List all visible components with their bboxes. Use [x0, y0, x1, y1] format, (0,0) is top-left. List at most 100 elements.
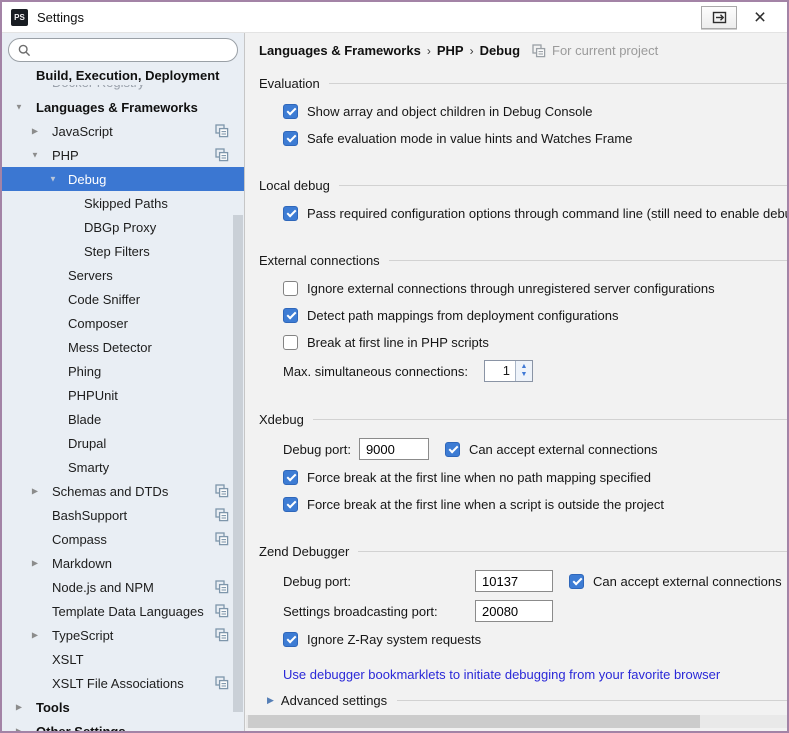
sidebar-item-xslt-file-associations[interactable]: XSLT File Associations [2, 671, 244, 695]
sidebar-item-debug[interactable]: ▼Debug [2, 167, 244, 191]
sidebar-item-schemas-and-dtds[interactable]: ▶Schemas and DTDs [2, 479, 244, 503]
zend-debugger-settings-broadcasting-port-input[interactable] [475, 600, 553, 622]
sidebar-item-drupal[interactable]: Drupal [2, 431, 244, 455]
stepper-arrows-icon[interactable]: ▲▼ [515, 361, 532, 381]
checkbox-row-detect-path-mappings-from-deployment-con[interactable]: Detect path mappings from deployment con… [259, 302, 787, 329]
sidebar-item-mess-detector[interactable]: Mess Detector [2, 335, 244, 359]
chevron-right-icon[interactable]: ▶ [267, 695, 274, 706]
chevron-right-icon[interactable]: ▶ [29, 559, 41, 568]
checkbox-label[interactable]: Force break at the first line when a scr… [307, 497, 664, 512]
force-break-at-the-first-line-when-a-scr-checkbox[interactable] [283, 497, 298, 512]
search-box[interactable] [8, 38, 238, 62]
sidebar-item-javascript[interactable]: ▶JavaScript [2, 119, 244, 143]
sidebar-item-template-data-languages[interactable]: Template Data Languages [2, 599, 244, 623]
breadcrumb-item-php[interactable]: PHP [437, 43, 464, 58]
section-divider [313, 419, 787, 420]
sidebar-item-composer[interactable]: Composer [2, 311, 244, 335]
sidebar-item-markdown[interactable]: ▶Markdown [2, 551, 244, 575]
link-row: Use debugger bookmarklets to initiate de… [259, 661, 787, 687]
shared-settings-icon [215, 124, 229, 138]
sidebar-item-clipped[interactable]: Docker Registry [2, 85, 244, 95]
open-in-new-window-button[interactable] [701, 6, 737, 29]
breadcrumb-item-languages-frameworks[interactable]: Languages & Frameworks [259, 43, 421, 58]
checkbox-row-force-break-at-the-first-line-when-a-scr[interactable]: Force break at the first line when a scr… [259, 491, 787, 518]
ignore-z-ray-system-requests-checkbox[interactable] [283, 632, 298, 647]
sidebar-item-node-js-and-npm[interactable]: Node.js and NPM [2, 575, 244, 599]
section-header-evaluation: Evaluation [259, 74, 787, 92]
chevron-right-icon[interactable]: ▶ [13, 727, 25, 732]
sidebar-item-code-sniffer[interactable]: Code Sniffer [2, 287, 244, 311]
sidebar-item-tools[interactable]: ▶Tools [2, 695, 244, 719]
sidebar-item-servers[interactable]: Servers [2, 263, 244, 287]
checkbox-label[interactable]: Ignore external connections through unre… [307, 281, 715, 296]
checkbox-label[interactable]: Safe evaluation mode in value hints and … [307, 131, 632, 146]
sidebar-group-header[interactable]: Build, Execution, Deployment [2, 65, 244, 85]
pass-required-configuration-options-thro-checkbox[interactable] [283, 206, 298, 221]
chevron-right-icon[interactable]: ▶ [13, 703, 25, 712]
external-connections-max-simultaneous-connections-stepper[interactable]: 1▲▼ [484, 360, 533, 382]
checkbox-row-ignore-external-connections-through-unre[interactable]: Ignore external connections through unre… [259, 275, 787, 302]
safe-evaluation-mode-in-value-hints-and--checkbox[interactable] [283, 131, 298, 146]
checkbox-row-force-break-at-the-first-line-when-no-pa[interactable]: Force break at the first line when no pa… [259, 464, 787, 491]
checkbox-row-ignore-z-ray-system-requests[interactable]: Ignore Z-Ray system requests [259, 626, 787, 653]
checkbox-label[interactable]: Ignore Z-Ray system requests [307, 632, 481, 647]
advanced-settings-toggle[interactable]: ▶Advanced settings [259, 687, 787, 713]
checkbox-label[interactable]: Force break at the first line when no pa… [307, 470, 651, 485]
chevron-down-icon[interactable]: ▼ [29, 151, 41, 160]
sidebar-item-bashsupport[interactable]: BashSupport [2, 503, 244, 527]
sidebar-item-compass[interactable]: Compass [2, 527, 244, 551]
sidebar-item-php[interactable]: ▼PHP [2, 143, 244, 167]
checkbox-label[interactable]: Show array and object children in Debug … [307, 104, 592, 119]
sidebar-item-skipped-paths[interactable]: Skipped Paths [2, 191, 244, 215]
checkbox-label[interactable]: Break at first line in PHP scripts [307, 335, 489, 350]
debugger-bookmarklets-link[interactable]: Use debugger bookmarklets to initiate de… [283, 667, 720, 682]
ignore-external-connections-through-unre-checkbox[interactable] [283, 281, 298, 296]
sidebar-item-xslt[interactable]: XSLT [2, 647, 244, 671]
chevron-down-icon[interactable]: ▼ [13, 103, 25, 112]
chevron-right-icon[interactable]: ▶ [29, 127, 41, 136]
sidebar-item-blade[interactable]: Blade [2, 407, 244, 431]
section-title: Local debug [259, 178, 330, 193]
checkbox-row-safe-evaluation-mode-in-value-hints-and-[interactable]: Safe evaluation mode in value hints and … [259, 125, 787, 152]
checkbox-label[interactable]: Can accept external connections [593, 574, 782, 589]
sidebar-item-label: Compass [2, 532, 107, 547]
chevron-down-icon[interactable]: ▼ [47, 175, 59, 184]
close-button[interactable]: × [743, 6, 777, 29]
inline-checkbox-can-accept-external-connections[interactable]: Can accept external connections [445, 442, 658, 457]
search-input[interactable] [37, 43, 228, 58]
force-break-at-the-first-line-when-no-pa-checkbox[interactable] [283, 470, 298, 485]
sidebar-item-dbgp-proxy[interactable]: DBGp Proxy [2, 215, 244, 239]
sidebar-vertical-scrollbar[interactable] [233, 215, 243, 712]
inline-checkbox-can-accept-external-connections[interactable]: Can accept external connections [569, 574, 782, 589]
detect-path-mappings-from-deployment-con-checkbox[interactable] [283, 308, 298, 323]
section-divider [358, 551, 787, 552]
sidebar-item-languages-frameworks[interactable]: ▼Languages & Frameworks [2, 95, 244, 119]
checkbox-row-show-array-and-object-children-in-debug-[interactable]: Show array and object children in Debug … [259, 98, 787, 125]
sidebar-item-smarty[interactable]: Smarty [2, 455, 244, 479]
show-array-and-object-children-in-debug--checkbox[interactable] [283, 104, 298, 119]
sidebar-item-label: Drupal [2, 436, 106, 451]
sidebar-item-typescript[interactable]: ▶TypeScript [2, 623, 244, 647]
checkbox-label[interactable]: Can accept external connections [469, 442, 658, 457]
chevron-right-icon[interactable]: ▶ [29, 487, 41, 496]
section-title: Xdebug [259, 412, 304, 427]
section-xdebug: XdebugDebug port:Can accept external con… [259, 410, 787, 518]
section-divider [329, 83, 787, 84]
checkbox-row-break-at-first-line-in-php-scripts[interactable]: Break at first line in PHP scripts [259, 329, 787, 356]
xdebug-debug-port-input[interactable] [359, 438, 429, 460]
break-at-first-line-in-php-scripts-checkbox[interactable] [283, 335, 298, 350]
checkbox-label[interactable]: Detect path mappings from deployment con… [307, 308, 618, 323]
breadcrumb-item-debug[interactable]: Debug [480, 43, 520, 58]
zend-debugger-can-accept-external-connections-checkbox[interactable] [569, 574, 584, 589]
xdebug-can-accept-external-connections-checkbox[interactable] [445, 442, 460, 457]
sidebar-item-other-settings[interactable]: ▶Other Settings [2, 719, 244, 731]
zend-debugger-debug-port-input[interactable] [475, 570, 553, 592]
horizontal-scrollbar-thumb[interactable] [248, 715, 700, 728]
sidebar-item-step-filters[interactable]: Step Filters [2, 239, 244, 263]
checkbox-row-pass-required-configuration-options-thro[interactable]: Pass required configuration options thro… [259, 200, 787, 227]
sidebar-item-phpunit[interactable]: PHPUnit [2, 383, 244, 407]
chevron-right-icon[interactable]: ▶ [29, 631, 41, 640]
content-horizontal-scrollbar[interactable] [246, 715, 787, 728]
sidebar-item-phing[interactable]: Phing [2, 359, 244, 383]
checkbox-label[interactable]: Pass required configuration options thro… [307, 206, 787, 221]
